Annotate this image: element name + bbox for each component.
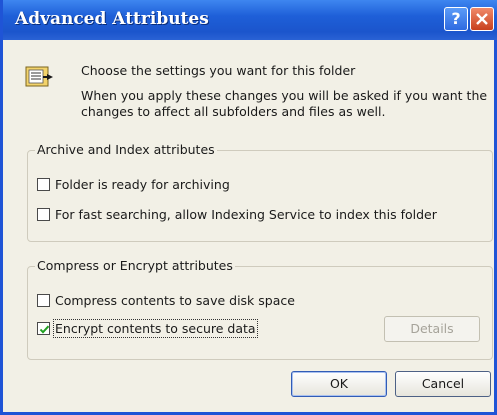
compress-label: Compress contents to save disk space <box>55 292 295 308</box>
compress-encrypt-groupbox <box>27 266 493 360</box>
close-button[interactable] <box>470 7 494 31</box>
indexing-checkbox[interactable] <box>37 207 50 221</box>
archiving-label: Folder is ready for archiving <box>55 176 230 192</box>
header-note-line1: When you apply these changes you will be… <box>81 88 488 103</box>
encrypt-checkbox[interactable] <box>37 321 50 335</box>
archive-index-legend: Archive and Index attributes <box>35 142 217 157</box>
folder-properties-icon <box>25 66 53 87</box>
help-button[interactable]: ? <box>444 7 468 31</box>
compress-encrypt-legend: Compress or Encrypt attributes <box>35 258 235 273</box>
header-note-line2: changes to affect all subfolders and fil… <box>81 104 386 119</box>
ok-button[interactable]: OK <box>291 371 387 397</box>
advanced-attributes-dialog: Advanced Attributes ? Choose the setting… <box>0 0 497 415</box>
close-icon <box>476 13 488 25</box>
cancel-button[interactable]: Cancel <box>395 371 491 397</box>
header-instruction: Choose the settings you want for this fo… <box>81 63 356 78</box>
archiving-checkbox[interactable] <box>37 177 50 191</box>
indexing-checkbox-row[interactable]: For fast searching, allow Indexing Servi… <box>37 205 437 223</box>
check-mark-icon <box>39 325 50 334</box>
window-title: Advanced Attributes <box>15 9 209 29</box>
encrypt-checkbox-row[interactable]: Encrypt contents to secure data <box>37 318 258 338</box>
indexing-label: For fast searching, allow Indexing Servi… <box>55 206 437 222</box>
compress-checkbox-row[interactable]: Compress contents to save disk space <box>37 291 295 309</box>
help-icon: ? <box>451 9 461 28</box>
compress-checkbox[interactable] <box>37 293 50 307</box>
details-button[interactable]: Details <box>384 316 480 342</box>
archive-index-groupbox <box>27 150 493 242</box>
archiving-checkbox-row[interactable]: Folder is ready for archiving <box>37 175 230 193</box>
title-bar[interactable]: Advanced Attributes ? <box>3 0 497 40</box>
encrypt-label: Encrypt contents to secure data <box>53 318 258 338</box>
